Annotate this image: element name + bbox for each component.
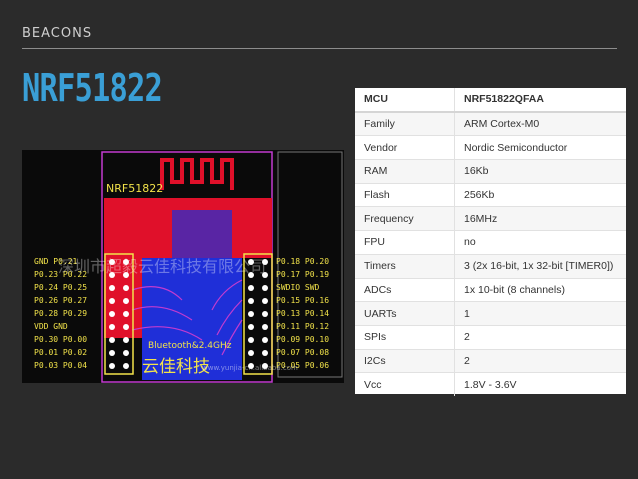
table-row: SPIs 2 bbox=[355, 324, 626, 350]
table-row: FPU no bbox=[355, 230, 626, 255]
table-row: Vcc 1.8V - 3.6V bbox=[355, 372, 626, 396]
specs-table: MCU NRF51822QFAA Family ARM Cortex-M0 Ven… bbox=[355, 88, 626, 396]
svg-text:P0.13 P0.14: P0.13 P0.14 bbox=[276, 309, 329, 318]
row-key: Flash bbox=[355, 182, 455, 207]
row-key: Frequency bbox=[355, 206, 455, 231]
table-row: UARTs 1 bbox=[355, 301, 626, 326]
row-key: ADCs bbox=[355, 277, 455, 302]
chip-label: NRF51822 bbox=[106, 182, 163, 195]
section-label: BEACONS bbox=[22, 26, 93, 41]
watermark-text: 深圳市超毅云佳科技有限公司 bbox=[58, 257, 266, 276]
table-row: Timers 3 (2x 16-bit, 1x 32-bit [TIMER0]) bbox=[355, 253, 626, 278]
table-row: RAM 16Kb bbox=[355, 159, 626, 184]
chip-area bbox=[172, 210, 232, 258]
svg-text:P0.28 P0.29: P0.28 P0.29 bbox=[34, 309, 87, 318]
row-value: 16MHz bbox=[454, 206, 626, 231]
row-key: I2Cs bbox=[355, 348, 455, 373]
pcb-svg: NRF51822 GND P0.21 P0.23 P0.22 P0.24 P0.… bbox=[34, 151, 343, 383]
table-row: Family ARM Cortex-M0 bbox=[355, 111, 626, 136]
table-row: Frequency 16MHz bbox=[355, 206, 626, 231]
row-key: Vcc bbox=[355, 372, 455, 396]
header-key: MCU bbox=[355, 88, 455, 113]
row-key: Vendor bbox=[355, 135, 455, 160]
row-value: Nordic Semiconductor bbox=[454, 135, 626, 160]
svg-text:P0.24 P0.25: P0.24 P0.25 bbox=[34, 283, 87, 292]
svg-text:P0.26 P0.27: P0.26 P0.27 bbox=[34, 296, 87, 305]
row-value: 2 bbox=[454, 348, 626, 373]
svg-text:P0.15 P0.16: P0.15 P0.16 bbox=[276, 296, 329, 305]
chinese-text: 云佳科技 bbox=[142, 357, 210, 377]
spec-table: MCU NRF51822QFAA Family ARM Cortex-M0 Ven… bbox=[355, 88, 626, 396]
svg-text:SWDIO SWD: SWDIO SWD bbox=[276, 283, 320, 292]
table-row: ADCs 1x 10-bit (8 channels) bbox=[355, 277, 626, 302]
row-key: UARTs bbox=[355, 301, 455, 326]
right-pin-labels: P0.18 P0.20 P0.17 P0.19 SWDIO SWD P0.15 … bbox=[276, 257, 329, 370]
pcb-image: NRF51822 GND P0.21 P0.23 P0.22 P0.24 P0.… bbox=[22, 150, 344, 383]
header-divider bbox=[22, 48, 617, 49]
svg-text:P0.03 P0.04: P0.03 P0.04 bbox=[34, 361, 87, 370]
slide-title: NRF51822 bbox=[22, 66, 163, 110]
svg-text:P0.07 P0.08: P0.07 P0.08 bbox=[276, 348, 329, 357]
svg-text:P0.30 P0.00: P0.30 P0.00 bbox=[34, 335, 87, 344]
row-value: 1x 10-bit (8 channels) bbox=[454, 277, 626, 302]
table-row: Flash 256Kb bbox=[355, 182, 626, 207]
svg-text:P0.17 P0.19: P0.17 P0.19 bbox=[276, 270, 329, 279]
table-row: Vendor Nordic Semiconductor bbox=[355, 135, 626, 160]
table-row: I2Cs 2 bbox=[355, 348, 626, 373]
svg-text:P0.11 P0.12: P0.11 P0.12 bbox=[276, 322, 329, 331]
row-value: 3 (2x 16-bit, 1x 32-bit [TIMER0]) bbox=[454, 253, 626, 278]
row-value: 16Kb bbox=[454, 159, 626, 184]
row-value: 256Kb bbox=[454, 182, 626, 207]
svg-text:P0.18 P0.20: P0.18 P0.20 bbox=[276, 257, 329, 266]
svg-text:VDD GND: VDD GND bbox=[34, 322, 68, 331]
row-value: 1.8V - 3.6V bbox=[454, 372, 626, 396]
board-text: Bluetooth&2.4GHz bbox=[148, 341, 232, 351]
row-key: Family bbox=[355, 111, 455, 136]
svg-text:P0.01 P0.02: P0.01 P0.02 bbox=[34, 348, 87, 357]
row-key: RAM bbox=[355, 159, 455, 184]
watermark-url: www.yunjia-cn.alibaba.com bbox=[202, 364, 298, 372]
header-value: NRF51822QFAA bbox=[454, 88, 626, 113]
table-header-row: MCU NRF51822QFAA bbox=[355, 88, 626, 113]
row-value: 2 bbox=[454, 324, 626, 350]
row-key: SPIs bbox=[355, 324, 455, 350]
antenna-trace bbox=[160, 158, 234, 190]
row-key: Timers bbox=[355, 253, 455, 278]
row-value: no bbox=[454, 230, 626, 255]
svg-text:P0.09 P0.10: P0.09 P0.10 bbox=[276, 335, 329, 344]
row-key: FPU bbox=[355, 230, 455, 255]
row-value: ARM Cortex-M0 bbox=[454, 111, 626, 136]
row-value: 1 bbox=[454, 301, 626, 326]
